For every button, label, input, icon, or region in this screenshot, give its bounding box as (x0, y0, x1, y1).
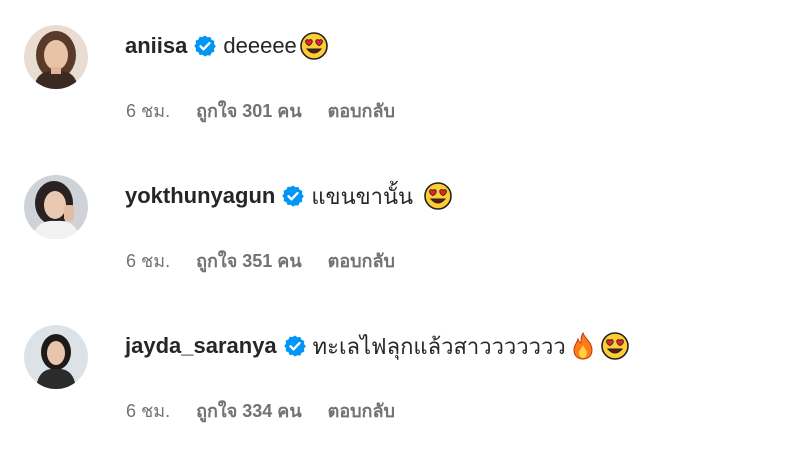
reply-button[interactable]: ตอบกลับ (328, 96, 395, 125)
reply-button[interactable]: ตอบกลับ (328, 246, 395, 275)
comment-meta: 6 ชม. ถูกใจ 351 คน ตอบกลับ (126, 246, 395, 274)
comment-text: deeeee (223, 33, 297, 58)
verified-badge-icon (283, 335, 306, 357)
comment-item: jayda_saranya ทะเลไฟลุกแล้วสาววววววว 6 ช… (0, 300, 800, 450)
username[interactable]: yokthunyagun (125, 183, 275, 209)
comment-time: 6 ชม. (126, 400, 171, 421)
avatar-photo (24, 25, 88, 89)
likes-count-link[interactable]: ถูกใจ 301 คน (196, 96, 302, 125)
comment-line: jayda_saranya ทะเลไฟลุกแล้วสาววววววว (125, 328, 630, 364)
verified-badge-icon (282, 185, 305, 207)
comment-item: yokthunyagun แขนขานั้น 6 ชม. ถูกใจ 351 ค… (0, 150, 800, 300)
likes-count-link[interactable]: ถูกใจ 351 คน (196, 246, 302, 275)
likes-count-link[interactable]: ถูกใจ 334 คน (196, 396, 302, 425)
heart-eyes-emoji (600, 332, 629, 360)
avatar-photo (24, 175, 88, 239)
avatar[interactable] (24, 175, 88, 239)
username[interactable]: jayda_saranya (125, 333, 277, 359)
heart-eyes-emoji (424, 182, 452, 210)
verified-badge-icon (194, 35, 217, 57)
comment-text: แขนขานั้น (311, 183, 414, 209)
fire-emoji (573, 331, 593, 360)
comment-item: aniisa deeeee 6 ชม. ถูกใจ 301 คน ตอบกลับ (0, 0, 800, 150)
comment-meta: 6 ชม. ถูกใจ 301 คน ตอบกลับ (126, 96, 395, 124)
comment-time: 6 ชม. (126, 100, 171, 121)
avatar[interactable] (24, 25, 88, 89)
comment-text: ทะเลไฟลุกแล้วสาววววววว (312, 333, 566, 359)
comment-meta: 6 ชม. ถูกใจ 334 คน ตอบกลับ (126, 396, 395, 424)
comment-line: aniisa deeeee (125, 28, 329, 64)
avatar-photo (24, 325, 88, 389)
username[interactable]: aniisa (125, 33, 187, 59)
comment-line: yokthunyagun แขนขานั้น (125, 178, 453, 214)
comment-time: 6 ชม. (126, 250, 171, 271)
reply-button[interactable]: ตอบกลับ (328, 396, 395, 425)
heart-eyes-emoji (299, 32, 328, 60)
avatar[interactable] (24, 325, 88, 389)
